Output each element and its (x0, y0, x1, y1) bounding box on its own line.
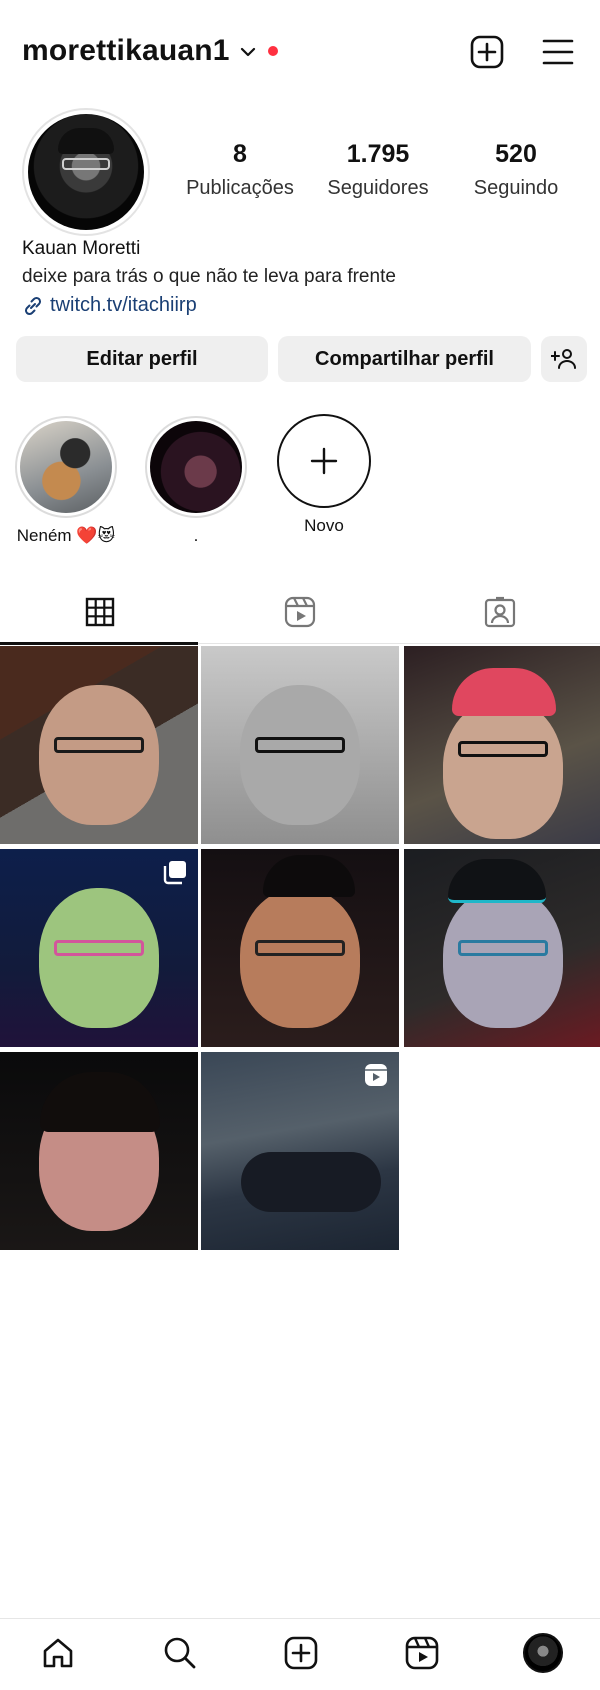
carousel-icon (163, 861, 186, 885)
edit-profile-button[interactable]: Editar perfil (16, 336, 268, 382)
highlight-item[interactable]: Neném ❤️😻 (14, 416, 118, 546)
avatar-image (28, 114, 144, 230)
hamburger-menu-icon (542, 39, 574, 65)
search-icon (164, 1637, 196, 1669)
post-thumbnail[interactable] (201, 849, 399, 1047)
profile-full-name: Kauan Moretti (22, 238, 141, 259)
reels-icon (405, 1636, 439, 1670)
share-profile-button[interactable]: Compartilhar perfil (278, 336, 531, 382)
stat-posts[interactable]: 8 Publicações (170, 140, 310, 200)
post-thumbnail[interactable] (404, 849, 600, 1047)
highlight-cover (20, 421, 112, 513)
tab-tagged[interactable] (400, 580, 600, 644)
top-bar: morettikauan1 (0, 0, 600, 106)
highlight-label: Neném ❤️😻 (16, 526, 116, 545)
post-thumbnail[interactable] (0, 1052, 198, 1250)
grid-icon (85, 597, 115, 627)
followers-label: Seguidores (327, 177, 429, 199)
highlight-item[interactable]: . (144, 416, 248, 546)
reel-badge-icon (365, 1064, 387, 1086)
create-icon (284, 1636, 318, 1670)
plus-icon (310, 447, 338, 475)
bottom-navigation (0, 1618, 600, 1690)
notification-dot (268, 46, 278, 56)
nav-search[interactable] (160, 1633, 200, 1673)
highlight-ring (15, 416, 117, 518)
reels-icon (284, 596, 316, 628)
profile-link-text: twitch.tv/itachiirp (50, 294, 197, 316)
stat-followers[interactable]: 1.795 Seguidores (308, 140, 448, 200)
profile-avatar-small (523, 1633, 563, 1673)
posts-count: 8 (233, 140, 247, 168)
stat-following[interactable]: 520 Seguindo (446, 140, 586, 200)
followers-count: 1.795 (346, 140, 410, 168)
menu-button[interactable] (540, 34, 576, 70)
post-thumbnail[interactable] (0, 646, 198, 844)
username[interactable]: morettikauan1 (22, 34, 230, 68)
new-highlight-ring (277, 414, 371, 508)
discover-people-button[interactable] (541, 336, 587, 382)
posts-label: Publicações (186, 177, 294, 199)
plus-square-icon (470, 35, 504, 69)
profile-tabs (0, 580, 600, 645)
nav-profile[interactable] (523, 1633, 563, 1673)
highlight-label: Novo (304, 516, 344, 535)
home-icon (43, 1638, 73, 1668)
highlight-label: . (193, 526, 199, 545)
nav-home[interactable] (38, 1633, 78, 1673)
nav-create[interactable] (281, 1633, 321, 1673)
post-thumbnail[interactable] (201, 646, 399, 844)
post-thumbnail[interactable] (201, 1052, 399, 1250)
highlight-cover (150, 421, 242, 513)
tab-posts-grid[interactable] (0, 580, 200, 645)
post-thumbnail[interactable] (404, 646, 600, 844)
tagged-icon (484, 596, 516, 628)
create-button[interactable] (469, 34, 505, 70)
post-thumbnail[interactable] (0, 849, 198, 1047)
chevron-down-icon[interactable] (240, 46, 256, 58)
nav-reels[interactable] (402, 1633, 442, 1673)
following-count: 520 (495, 140, 537, 168)
profile-link[interactable]: twitch.tv/itachiirp (22, 294, 197, 317)
profile-avatar[interactable] (22, 108, 150, 236)
add-person-icon (551, 349, 576, 369)
tab-reels[interactable] (200, 580, 400, 644)
new-highlight-button[interactable]: Novo (272, 414, 376, 536)
link-icon (24, 296, 42, 315)
following-label: Seguindo (473, 177, 559, 199)
highlight-ring (145, 416, 247, 518)
profile-bio: deixe para trás o que não te leva para f… (22, 266, 396, 287)
